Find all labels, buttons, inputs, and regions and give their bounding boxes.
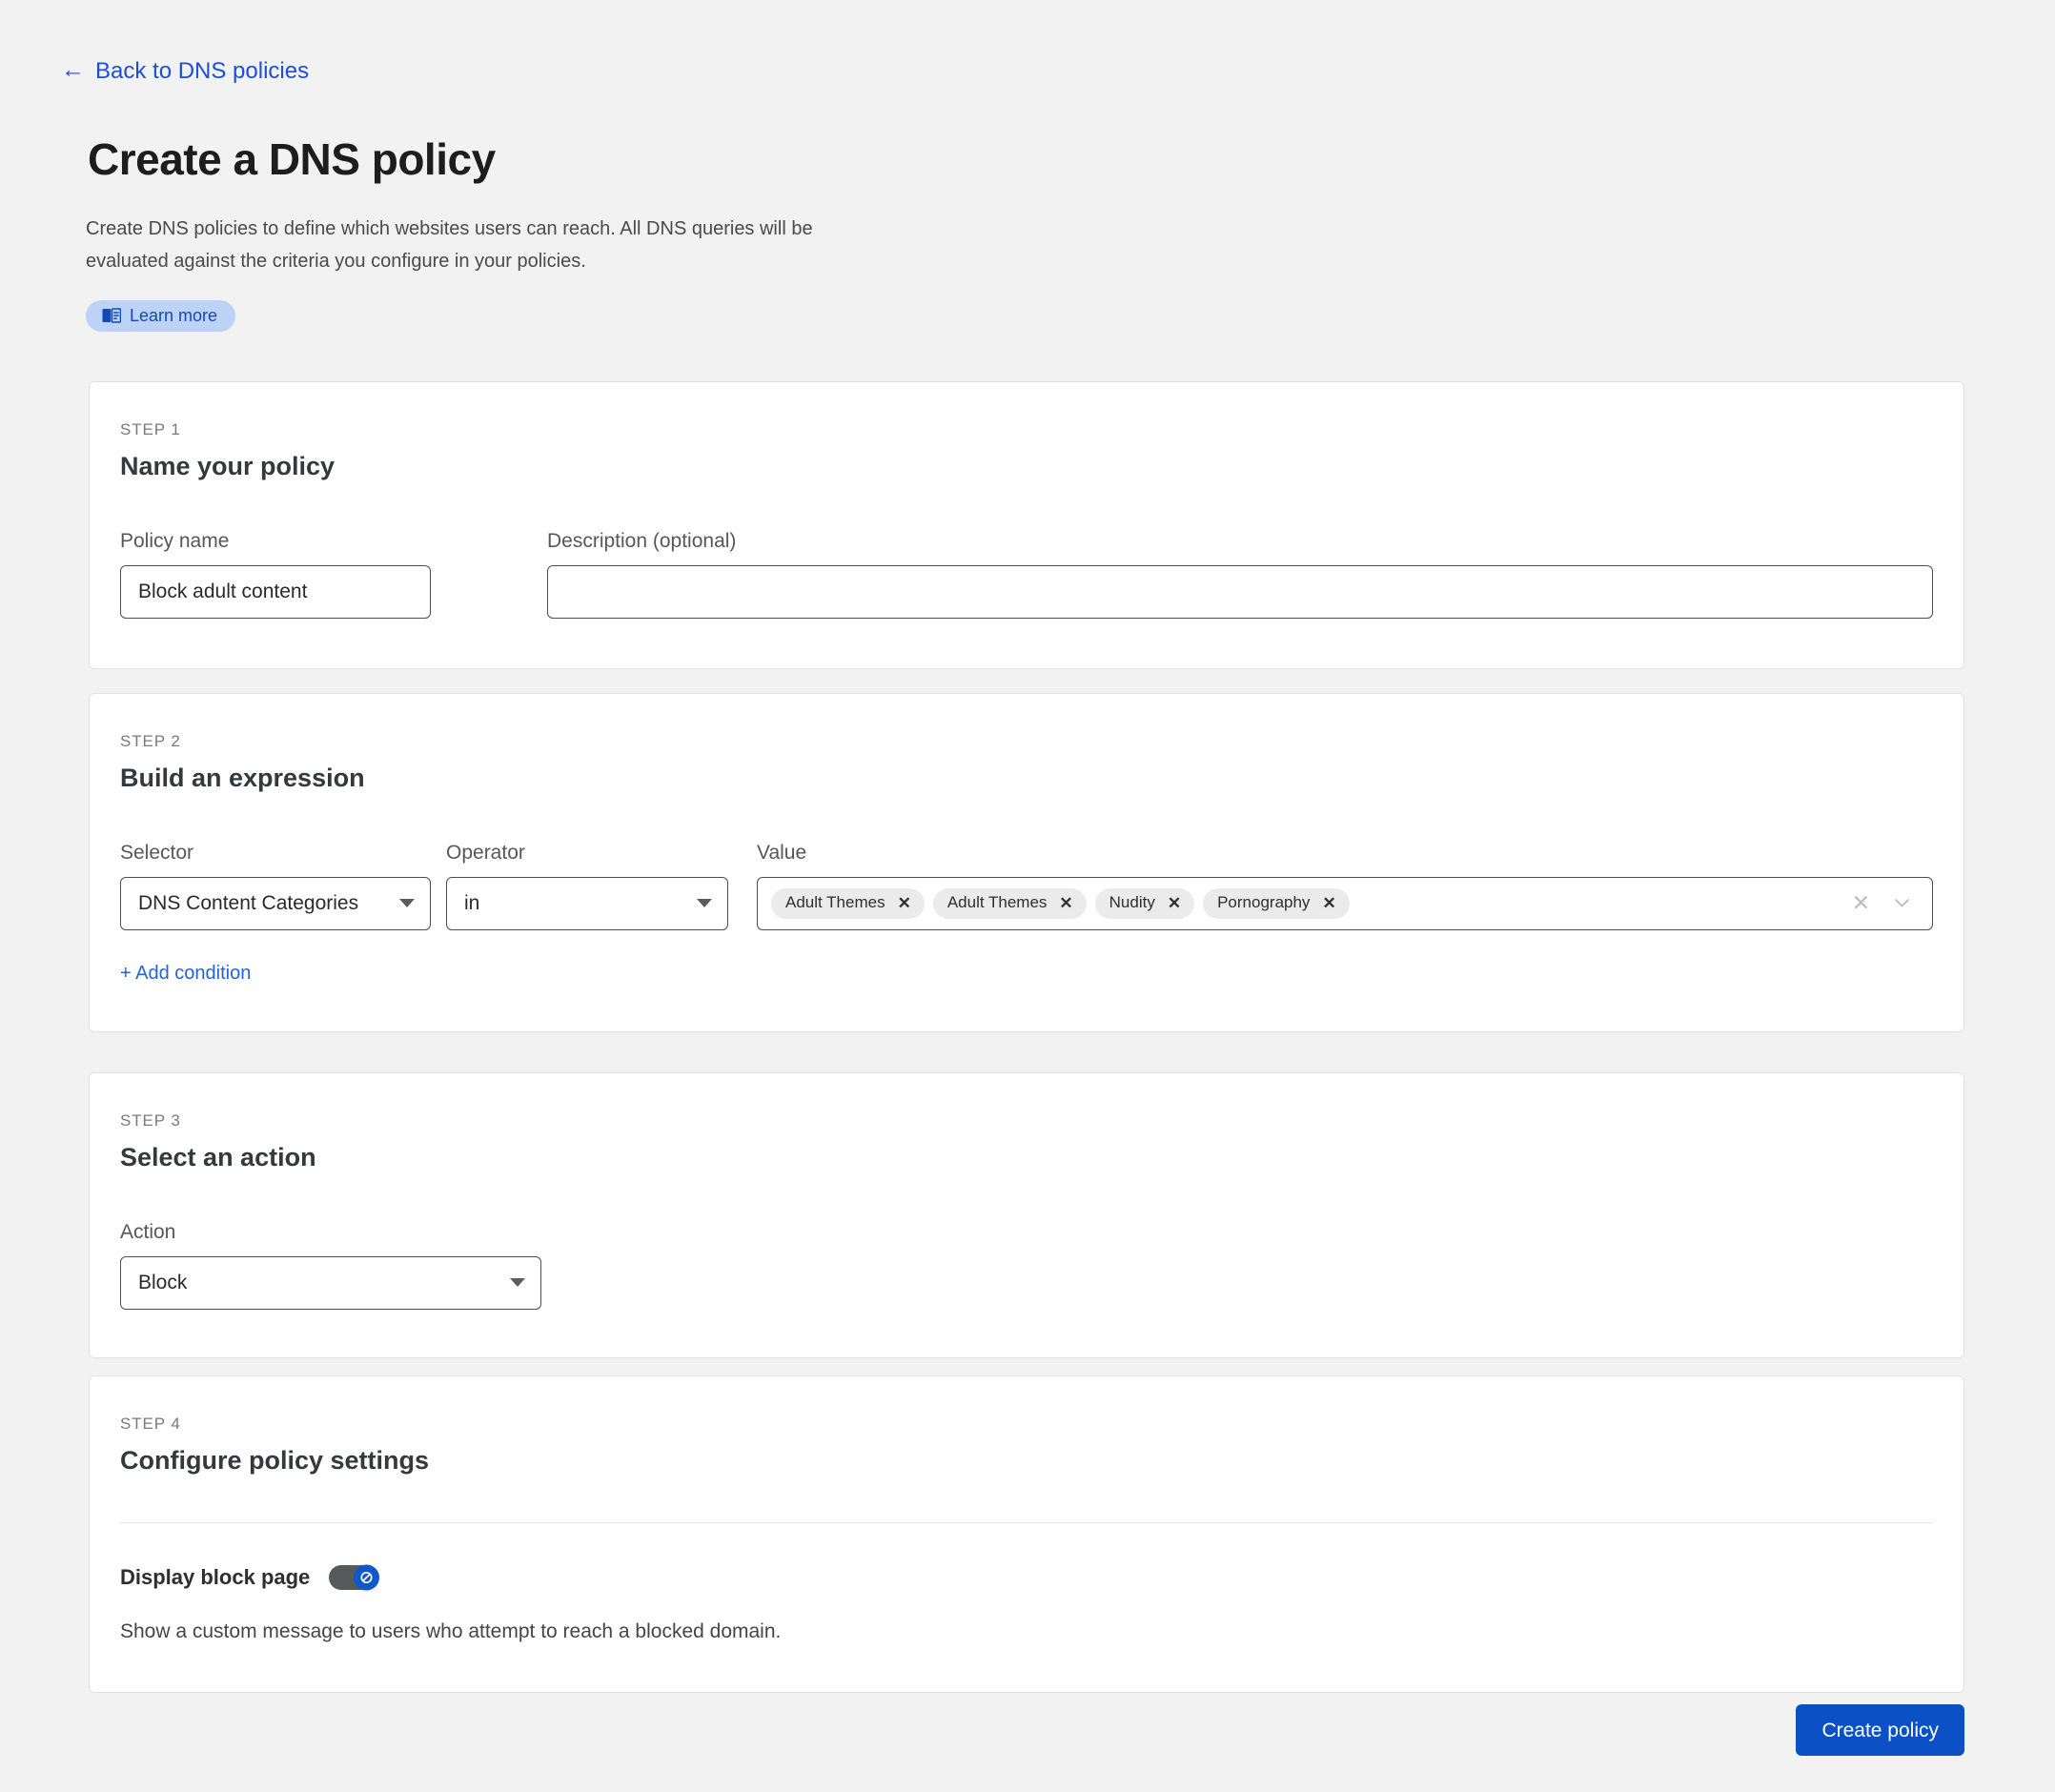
learn-more-label: Learn more bbox=[130, 307, 217, 324]
learn-more-badge[interactable]: Learn more bbox=[86, 300, 235, 332]
operator-dropdown[interactable]: in bbox=[446, 877, 728, 930]
step-2-label: STEP 2 bbox=[120, 732, 1933, 751]
value-tag-label: Adult Themes bbox=[785, 893, 885, 912]
selector-dropdown[interactable]: DNS Content Categories bbox=[120, 877, 431, 930]
remove-tag-icon[interactable]: ✕ bbox=[898, 895, 911, 911]
value-field-group: Value Adult Themes ✕ Adult Themes ✕ bbox=[757, 841, 1933, 930]
selector-field-group: Selector DNS Content Categories bbox=[120, 841, 431, 930]
value-tag-label: Pornography bbox=[1217, 893, 1310, 912]
add-condition-link[interactable]: + Add condition bbox=[120, 962, 251, 985]
operator-value: in bbox=[464, 892, 479, 915]
action-field-group: Action Block bbox=[120, 1220, 541, 1310]
display-block-page-label: Display block page bbox=[120, 1565, 310, 1590]
create-policy-button[interactable]: Create policy bbox=[1796, 1704, 1964, 1756]
display-block-page-toggle[interactable] bbox=[329, 1565, 373, 1590]
page-description: Create DNS policies to define which webs… bbox=[86, 213, 891, 278]
chevron-down-icon bbox=[510, 1278, 525, 1287]
display-block-page-description: Show a custom message to users who attem… bbox=[120, 1619, 1933, 1644]
remove-tag-icon[interactable]: ✕ bbox=[1322, 895, 1335, 911]
value-tag: Nudity ✕ bbox=[1095, 888, 1194, 918]
action-value: Block bbox=[138, 1272, 187, 1294]
value-tag: Adult Themes ✕ bbox=[771, 888, 925, 918]
policy-name-input[interactable] bbox=[120, 565, 431, 619]
step-1-card: STEP 1 Name your policy Policy name Desc… bbox=[89, 381, 1964, 669]
step-1-fields-row: Policy name Description (optional) bbox=[120, 529, 1933, 668]
value-tag-label: Adult Themes bbox=[947, 893, 1048, 912]
page-header: Create a DNS policy Create DNS policies … bbox=[88, 135, 1231, 332]
chevron-down-icon bbox=[399, 899, 415, 907]
description-label: Description (optional) bbox=[547, 529, 1933, 553]
policy-settings-body: Display block page Show a custom message… bbox=[90, 1523, 1963, 1693]
chevron-down-icon[interactable] bbox=[1895, 899, 1909, 907]
toggle-knob bbox=[354, 1564, 379, 1590]
policy-name-field-group: Policy name bbox=[120, 529, 431, 619]
action-label: Action bbox=[120, 1220, 541, 1244]
step-4-title: Configure policy settings bbox=[120, 1445, 1933, 1476]
chevron-down-icon bbox=[697, 899, 712, 907]
policy-name-label: Policy name bbox=[120, 529, 431, 553]
value-label: Value bbox=[757, 841, 1933, 865]
remove-tag-icon[interactable]: ✕ bbox=[1168, 895, 1181, 911]
expression-builder-row: Selector DNS Content Categories Operator… bbox=[120, 841, 1933, 930]
clear-all-icon[interactable]: ✕ bbox=[1852, 892, 1870, 914]
step-4-label: STEP 4 bbox=[120, 1415, 1933, 1434]
value-multiselect[interactable]: Adult Themes ✕ Adult Themes ✕ Nudity ✕ bbox=[757, 877, 1933, 930]
page-title: Create a DNS policy bbox=[88, 135, 1231, 184]
value-tag: Pornography ✕ bbox=[1203, 888, 1350, 918]
form-footer: Create policy bbox=[89, 1704, 1964, 1756]
action-row: Action Block bbox=[120, 1220, 1933, 1357]
value-field-actions: ✕ bbox=[1852, 892, 1923, 914]
step-1-title: Name your policy bbox=[120, 451, 1933, 481]
step-3-card: STEP 3 Select an action Action Block bbox=[89, 1072, 1964, 1358]
operator-field-group: Operator in bbox=[446, 841, 728, 930]
step-2-title: Build an expression bbox=[120, 763, 1933, 793]
description-field-group: Description (optional) bbox=[547, 529, 1933, 619]
step-3-label: STEP 3 bbox=[120, 1111, 1933, 1130]
operator-label: Operator bbox=[446, 841, 728, 865]
book-icon bbox=[102, 308, 121, 323]
arrow-left-icon: ← bbox=[61, 58, 85, 82]
step-3-title: Select an action bbox=[120, 1142, 1933, 1172]
description-input[interactable] bbox=[547, 565, 1933, 619]
value-tag-label: Nudity bbox=[1109, 893, 1155, 912]
step-2-card: STEP 2 Build an expression Selector DNS … bbox=[89, 693, 1964, 1032]
selector-value: DNS Content Categories bbox=[138, 892, 358, 915]
remove-tag-icon[interactable]: ✕ bbox=[1059, 895, 1072, 911]
display-block-page-row: Display block page bbox=[120, 1565, 1933, 1590]
value-tag-list: Adult Themes ✕ Adult Themes ✕ Nudity ✕ bbox=[771, 888, 1843, 918]
back-to-dns-policies-link[interactable]: ← Back to DNS policies bbox=[61, 59, 309, 83]
step-1-label: STEP 1 bbox=[120, 420, 1933, 439]
selector-label: Selector bbox=[120, 841, 431, 865]
action-dropdown[interactable]: Block bbox=[120, 1256, 541, 1310]
dns-policy-create-page: ← Back to DNS policies Create a DNS poli… bbox=[0, 0, 2055, 1792]
back-link-label: Back to DNS policies bbox=[95, 60, 309, 83]
value-tag: Adult Themes ✕ bbox=[933, 888, 1087, 918]
step-4-card: STEP 4 Configure policy settings Display… bbox=[89, 1375, 1964, 1693]
